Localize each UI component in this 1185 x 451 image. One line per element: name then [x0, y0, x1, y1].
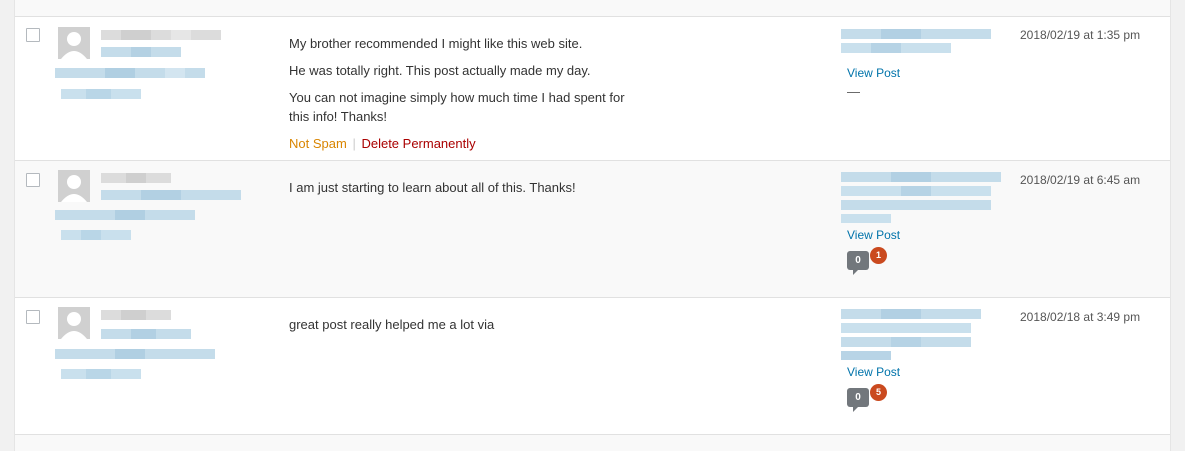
author-ip-redacted[interactable]: [61, 229, 131, 241]
view-post-link[interactable]: View Post: [847, 66, 900, 80]
comment-text: My brother recommended I might like this…: [289, 34, 649, 134]
avatar-icon: [58, 170, 90, 202]
comment-row: great post really helped me a lot via Vi…: [15, 298, 1170, 435]
table-footer-strip: [15, 435, 1170, 451]
avatar-icon: [58, 307, 90, 339]
comment-text: I am just starting to learn about all of…: [289, 178, 649, 205]
in-response-to-redacted[interactable]: [841, 171, 1001, 223]
in-response-to-redacted[interactable]: [841, 28, 991, 54]
comment-row: My brother recommended I might like this…: [15, 16, 1170, 161]
delete-permanently-link[interactable]: Delete Permanently: [361, 136, 475, 151]
view-post-link[interactable]: View Post: [847, 228, 900, 242]
comment-line: My brother recommended I might like this…: [289, 36, 583, 51]
row-checkbox[interactable]: [26, 28, 40, 42]
pending-comments-badge[interactable]: 5: [870, 384, 887, 401]
not-spam-link[interactable]: Not Spam: [289, 136, 347, 151]
author-name-redacted: [101, 308, 171, 322]
author-url-redacted[interactable]: [101, 189, 241, 201]
comment-line: He was totally right. This post actually…: [289, 63, 591, 78]
response-count-dash: —: [847, 84, 860, 99]
comments-table: My brother recommended I might like this…: [14, 0, 1171, 451]
pending-comments-badge[interactable]: 1: [870, 247, 887, 264]
author-email-redacted[interactable]: [55, 348, 215, 360]
author-ip-redacted[interactable]: [61, 368, 141, 380]
view-post-link[interactable]: View Post: [847, 365, 900, 379]
author-name-redacted: [101, 171, 171, 185]
comment-line: great post really helped me a lot via: [289, 317, 495, 332]
comment-date[interactable]: 2018/02/19 at 1:35 pm: [1020, 28, 1140, 42]
author-url-redacted[interactable]: [101, 328, 191, 340]
comment-row: I am just starting to learn about all of…: [15, 161, 1170, 298]
author-email-redacted[interactable]: [55, 67, 205, 79]
comment-date[interactable]: 2018/02/18 at 3:49 pm: [1020, 310, 1140, 324]
author-url-redacted[interactable]: [101, 46, 181, 58]
row-checkbox[interactable]: [26, 310, 40, 324]
comment-text: great post really helped me a lot via: [289, 315, 649, 342]
approved-comments-bubble-icon[interactable]: 0: [847, 251, 869, 275]
author-email-redacted[interactable]: [55, 209, 195, 221]
comment-date[interactable]: 2018/02/19 at 6:45 am: [1020, 173, 1140, 187]
row-checkbox[interactable]: [26, 173, 40, 187]
comment-line: You can not imagine simply how much time…: [289, 90, 625, 124]
author-ip-redacted[interactable]: [61, 88, 141, 100]
comment-line: I am just starting to learn about all of…: [289, 180, 576, 195]
author-name-redacted: [101, 28, 221, 42]
approved-comments-bubble-icon[interactable]: 0: [847, 388, 869, 412]
avatar-icon: [58, 27, 90, 59]
row-actions: Not Spam | Delete Permanently: [289, 136, 476, 151]
table-header-strip: [15, 0, 1170, 17]
in-response-to-redacted[interactable]: [841, 308, 981, 360]
action-separator: |: [352, 136, 356, 151]
